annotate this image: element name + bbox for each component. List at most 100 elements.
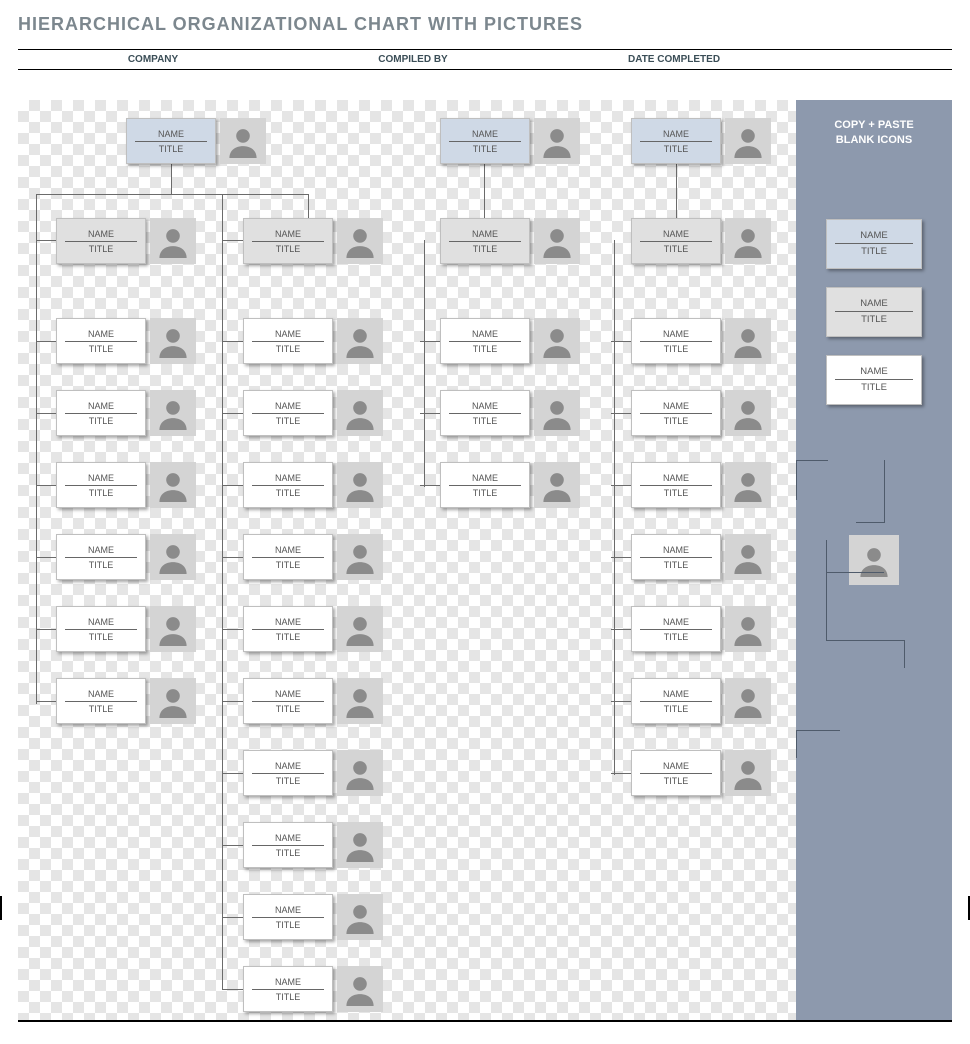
meta-company[interactable]: COMPANY bbox=[18, 50, 288, 69]
org-card-name: NAME bbox=[632, 759, 720, 773]
org-card[interactable]: NAMETITLE bbox=[440, 390, 580, 436]
org-card[interactable]: NAMETITLE bbox=[243, 534, 383, 580]
sample-name: NAME bbox=[827, 228, 921, 243]
org-card[interactable]: NAMETITLE bbox=[126, 118, 266, 164]
org-card-title: TITLE bbox=[244, 558, 332, 572]
org-card-name: NAME bbox=[244, 615, 332, 629]
meta-date[interactable]: DATE COMPLETED bbox=[538, 50, 952, 69]
sample-name: NAME bbox=[827, 364, 921, 379]
connector-vertical bbox=[36, 194, 37, 704]
org-card[interactable]: NAMETITLE bbox=[631, 606, 771, 652]
org-card-title: TITLE bbox=[244, 486, 332, 500]
org-card-title: TITLE bbox=[57, 242, 145, 256]
org-card-title: TITLE bbox=[632, 414, 720, 428]
sample-card-level3[interactable]: NAME TITLE bbox=[806, 355, 942, 405]
connector-stub bbox=[223, 413, 243, 414]
sample-title: TITLE bbox=[827, 312, 921, 327]
person-icon bbox=[150, 318, 196, 364]
org-card[interactable]: NAMETITLE bbox=[243, 822, 383, 868]
connector-vertical bbox=[171, 164, 172, 194]
sample-avatar[interactable] bbox=[849, 535, 899, 585]
org-card-title: TITLE bbox=[632, 342, 720, 356]
org-card-title: TITLE bbox=[57, 486, 145, 500]
org-card[interactable]: NAMETITLE bbox=[243, 750, 383, 796]
org-card-title: TITLE bbox=[632, 702, 720, 716]
person-icon bbox=[150, 462, 196, 508]
org-card[interactable]: NAMETITLE bbox=[440, 462, 580, 508]
org-card-name: NAME bbox=[57, 227, 145, 241]
person-icon bbox=[337, 894, 383, 940]
person-icon bbox=[725, 218, 771, 264]
sidebar-heading: COPY + PASTE BLANK ICONS bbox=[806, 118, 942, 149]
meta-row: COMPANY COMPILED BY DATE COMPLETED bbox=[18, 49, 952, 70]
org-card[interactable]: NAMETITLE bbox=[243, 966, 383, 1012]
person-icon bbox=[337, 966, 383, 1012]
org-card[interactable]: NAMETITLE bbox=[631, 218, 771, 264]
org-card-title: TITLE bbox=[441, 342, 529, 356]
org-card[interactable]: NAMETITLE bbox=[243, 390, 383, 436]
org-card-name: NAME bbox=[244, 903, 332, 917]
org-card[interactable]: NAMETITLE bbox=[631, 318, 771, 364]
sample-title: TITLE bbox=[827, 244, 921, 259]
org-card[interactable]: NAMETITLE bbox=[243, 678, 383, 724]
org-card-name: NAME bbox=[244, 759, 332, 773]
org-card[interactable]: NAMETITLE bbox=[56, 318, 196, 364]
org-card[interactable]: NAMETITLE bbox=[631, 390, 771, 436]
sample-card-level1[interactable]: NAME TITLE bbox=[806, 219, 942, 269]
person-icon bbox=[150, 390, 196, 436]
sidebar-heading-line2: BLANK ICONS bbox=[836, 134, 912, 146]
org-card[interactable]: NAMETITLE bbox=[243, 606, 383, 652]
connector-vertical bbox=[484, 164, 485, 222]
connector-stub bbox=[420, 413, 440, 414]
person-icon bbox=[725, 462, 771, 508]
connector-stub bbox=[611, 485, 631, 486]
org-card[interactable]: NAMETITLE bbox=[440, 218, 580, 264]
org-card-title: TITLE bbox=[632, 242, 720, 256]
connector-stub bbox=[36, 557, 56, 558]
org-card[interactable]: NAMETITLE bbox=[56, 678, 196, 724]
person-icon bbox=[150, 678, 196, 724]
person-icon bbox=[725, 118, 771, 164]
chart-canvas[interactable]: NAMETITLENAMETITLENAMETITLENAMETITLENAME… bbox=[18, 100, 796, 1020]
org-card[interactable]: NAMETITLE bbox=[243, 318, 383, 364]
org-card[interactable]: NAMETITLE bbox=[631, 118, 771, 164]
org-card-title: TITLE bbox=[127, 142, 215, 156]
org-card[interactable]: NAMETITLE bbox=[440, 118, 580, 164]
person-icon bbox=[534, 218, 580, 264]
org-card-name: NAME bbox=[632, 399, 720, 413]
org-card[interactable]: NAMETITLE bbox=[56, 390, 196, 436]
org-card-name: NAME bbox=[244, 471, 332, 485]
org-card[interactable]: NAMETITLE bbox=[243, 462, 383, 508]
org-card[interactable]: NAMETITLE bbox=[56, 218, 196, 264]
sample-card-level2[interactable]: NAME TITLE bbox=[806, 287, 942, 337]
org-card[interactable]: NAMETITLE bbox=[56, 462, 196, 508]
org-card[interactable]: NAMETITLE bbox=[440, 318, 580, 364]
org-card[interactable]: NAMETITLE bbox=[56, 606, 196, 652]
org-card-title: TITLE bbox=[244, 242, 332, 256]
org-card-name: NAME bbox=[441, 327, 529, 341]
person-icon bbox=[150, 218, 196, 264]
org-card[interactable]: NAMETITLE bbox=[631, 462, 771, 508]
org-card-title: TITLE bbox=[57, 558, 145, 572]
org-card[interactable]: NAMETITLE bbox=[631, 750, 771, 796]
sample-title: TITLE bbox=[827, 380, 921, 395]
org-card[interactable]: NAMETITLE bbox=[243, 218, 383, 264]
org-card-title: TITLE bbox=[57, 342, 145, 356]
person-icon bbox=[534, 390, 580, 436]
connector-horizontal bbox=[36, 240, 56, 241]
org-card-title: TITLE bbox=[632, 558, 720, 572]
person-icon bbox=[337, 678, 383, 724]
org-card[interactable]: NAMETITLE bbox=[56, 534, 196, 580]
org-card[interactable]: NAMETITLE bbox=[631, 678, 771, 724]
org-card[interactable]: NAMETITLE bbox=[631, 534, 771, 580]
org-card[interactable]: NAMETITLE bbox=[243, 894, 383, 940]
org-card-name: NAME bbox=[244, 831, 332, 845]
meta-compiled[interactable]: COMPILED BY bbox=[288, 50, 538, 69]
person-icon bbox=[725, 678, 771, 724]
person-icon bbox=[534, 462, 580, 508]
sample-name: NAME bbox=[827, 296, 921, 311]
org-card-name: NAME bbox=[244, 327, 332, 341]
org-card-title: TITLE bbox=[57, 414, 145, 428]
org-card-name: NAME bbox=[632, 227, 720, 241]
connector-stub bbox=[223, 701, 243, 702]
